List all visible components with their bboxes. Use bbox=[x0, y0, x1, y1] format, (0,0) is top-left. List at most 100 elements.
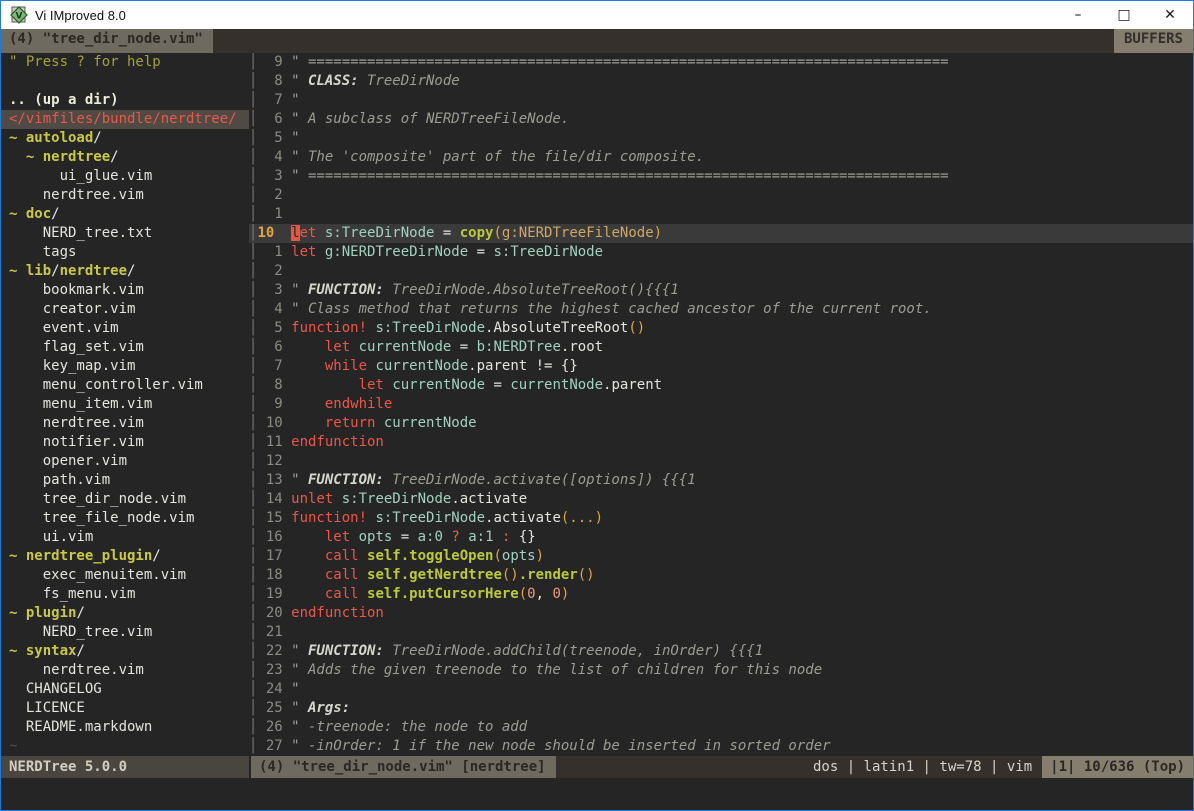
code-line[interactable]: │18 call self.getNerdtree().render() bbox=[249, 566, 1193, 585]
code-line[interactable]: │10 return currentNode bbox=[249, 414, 1193, 433]
code-line[interactable]: │6 let currentNode = b:NERDTree.root bbox=[249, 338, 1193, 357]
code-line[interactable]: │24 " bbox=[249, 680, 1193, 699]
tree-item[interactable]: ~ lib/nerdtree/ bbox=[1, 262, 249, 281]
tree-item[interactable]: nerdtree.vim bbox=[1, 661, 249, 680]
code-line[interactable]: │8 " CLASS: TreeDirNode bbox=[249, 72, 1193, 91]
tree-item[interactable]: nerdtree.vim bbox=[1, 186, 249, 205]
window-separator[interactable]: │ bbox=[249, 605, 257, 621]
tree-item[interactable]: ~ autoload/ bbox=[1, 129, 249, 148]
code-line[interactable]: │3 " ===================================… bbox=[249, 167, 1193, 186]
tree-item[interactable]: NERD_tree.txt bbox=[1, 224, 249, 243]
code-line[interactable]: │26 " -treenode: the node to add bbox=[249, 718, 1193, 737]
window-separator[interactable]: │ bbox=[249, 225, 257, 241]
tree-item[interactable]: CHANGELOG bbox=[1, 680, 249, 699]
window-separator[interactable]: │ bbox=[249, 320, 257, 336]
code-line[interactable]: │3 " FUNCTION: TreeDirNode.AbsoluteTreeR… bbox=[249, 281, 1193, 300]
window-separator[interactable]: │ bbox=[249, 396, 257, 412]
command-line[interactable] bbox=[1, 778, 1193, 810]
tree-item[interactable]: ~ plugin/ bbox=[1, 604, 249, 623]
tree-item[interactable]: ui_glue.vim bbox=[1, 167, 249, 186]
code-line[interactable]: │7 " bbox=[249, 91, 1193, 110]
window-separator[interactable]: │ bbox=[249, 738, 257, 754]
window-separator[interactable]: │ bbox=[249, 358, 257, 374]
window-separator[interactable]: │ bbox=[249, 719, 257, 735]
code-line-current[interactable]: │10 let s:TreeDirNode = copy(g:NERDTreeF… bbox=[249, 224, 1193, 243]
code-line[interactable]: │25 " Args: bbox=[249, 699, 1193, 718]
tree-item[interactable]: creator.vim bbox=[1, 300, 249, 319]
code-line[interactable]: │19 call self.putCursorHere(0, 0) bbox=[249, 585, 1193, 604]
window-separator[interactable]: │ bbox=[249, 130, 257, 146]
tree-item[interactable]: opener.vim bbox=[1, 452, 249, 471]
maximize-button[interactable]: □ bbox=[1101, 1, 1147, 29]
code-line[interactable]: │7 while currentNode.parent != {} bbox=[249, 357, 1193, 376]
tree-root-item[interactable]: </vimfiles/bundle/nerdtree/ bbox=[1, 110, 249, 129]
tree-item[interactable]: notifier.vim bbox=[1, 433, 249, 452]
window-separator[interactable]: │ bbox=[249, 624, 257, 640]
code-line[interactable]: │14 unlet s:TreeDirNode.activate bbox=[249, 490, 1193, 509]
close-button[interactable]: ✕ bbox=[1147, 1, 1193, 29]
code-line[interactable]: │1 bbox=[249, 205, 1193, 224]
tree-item[interactable]: " Press ? for help bbox=[1, 53, 249, 72]
code-line[interactable]: │11 endfunction bbox=[249, 433, 1193, 452]
window-separator[interactable]: │ bbox=[249, 73, 257, 89]
code-line[interactable]: │9 " ===================================… bbox=[249, 53, 1193, 72]
tree-item[interactable]: menu_controller.vim bbox=[1, 376, 249, 395]
tree-item[interactable]: ~ syntax/ bbox=[1, 642, 249, 661]
tree-item[interactable]: NERD_tree.vim bbox=[1, 623, 249, 642]
code-line[interactable]: │6 " A subclass of NERDTreeFileNode. bbox=[249, 110, 1193, 129]
window-separator[interactable]: │ bbox=[249, 111, 257, 127]
code-line[interactable]: │13 " FUNCTION: TreeDirNode.activate([op… bbox=[249, 471, 1193, 490]
tree-item[interactable]: exec_menuitem.vim bbox=[1, 566, 249, 585]
code-line[interactable]: │5 " bbox=[249, 129, 1193, 148]
code-line[interactable]: │23 " Adds the given treenode to the lis… bbox=[249, 661, 1193, 680]
code-line[interactable]: │17 call self.toggleOpen(opts) bbox=[249, 547, 1193, 566]
window-separator[interactable]: │ bbox=[249, 434, 257, 450]
code-line[interactable]: │1 let g:NERDTreeDirNode = s:TreeDirNode bbox=[249, 243, 1193, 262]
window-separator[interactable]: │ bbox=[249, 415, 257, 431]
window-separator[interactable]: │ bbox=[249, 491, 257, 507]
window-separator[interactable]: │ bbox=[249, 149, 257, 165]
code-line[interactable]: │4 " Class method that returns the highe… bbox=[249, 300, 1193, 319]
tree-item[interactable]: fs_menu.vim bbox=[1, 585, 249, 604]
code-line[interactable]: │20 endfunction bbox=[249, 604, 1193, 623]
tree-item[interactable]: tags bbox=[1, 243, 249, 262]
window-separator[interactable]: │ bbox=[249, 301, 257, 317]
window-separator[interactable]: │ bbox=[249, 54, 257, 70]
tree-item[interactable]: event.vim bbox=[1, 319, 249, 338]
tree-item[interactable]: flag_set.vim bbox=[1, 338, 249, 357]
tree-item[interactable]: tree_file_node.vim bbox=[1, 509, 249, 528]
code-line[interactable]: │2 bbox=[249, 186, 1193, 205]
tree-item[interactable]: ui.vim bbox=[1, 528, 249, 547]
code-line[interactable]: │22 " FUNCTION: TreeDirNode.addChild(tre… bbox=[249, 642, 1193, 661]
tree-item[interactable]: path.vim bbox=[1, 471, 249, 490]
tree-item[interactable]: nerdtree.vim bbox=[1, 414, 249, 433]
tree-item[interactable] bbox=[1, 72, 249, 91]
window-separator[interactable]: │ bbox=[249, 168, 257, 184]
tree-item[interactable]: ~ doc/ bbox=[1, 205, 249, 224]
tab-active[interactable]: (4) "tree_dir_node.vim" bbox=[1, 29, 213, 53]
window-separator[interactable]: │ bbox=[249, 187, 257, 203]
code-line[interactable]: │27 " -inOrder: 1 if the new node should… bbox=[249, 737, 1193, 756]
code-line[interactable]: │12 bbox=[249, 452, 1193, 471]
window-separator[interactable]: │ bbox=[249, 529, 257, 545]
window-separator[interactable]: │ bbox=[249, 586, 257, 602]
window-separator[interactable]: │ bbox=[249, 263, 257, 279]
window-separator[interactable]: │ bbox=[249, 339, 257, 355]
tree-item[interactable]: ~ bbox=[1, 737, 249, 756]
tree-item[interactable]: key_map.vim bbox=[1, 357, 249, 376]
code-line[interactable]: │4 " The 'composite' part of the file/di… bbox=[249, 148, 1193, 167]
window-separator[interactable]: │ bbox=[249, 567, 257, 583]
tree-item[interactable]: ~ nerdtree/ bbox=[1, 148, 249, 167]
window-separator[interactable]: │ bbox=[249, 244, 257, 260]
window-separator[interactable]: │ bbox=[249, 643, 257, 659]
tree-item[interactable]: menu_item.vim bbox=[1, 395, 249, 414]
code-line[interactable]: │2 bbox=[249, 262, 1193, 281]
window-separator[interactable]: │ bbox=[249, 510, 257, 526]
window-separator[interactable]: │ bbox=[249, 92, 257, 108]
window-separator[interactable]: │ bbox=[249, 472, 257, 488]
window-separator[interactable]: │ bbox=[249, 377, 257, 393]
window-separator[interactable]: │ bbox=[249, 681, 257, 697]
tree-item[interactable]: LICENCE bbox=[1, 699, 249, 718]
window-separator[interactable]: │ bbox=[249, 548, 257, 564]
minimize-button[interactable]: – bbox=[1055, 1, 1101, 29]
